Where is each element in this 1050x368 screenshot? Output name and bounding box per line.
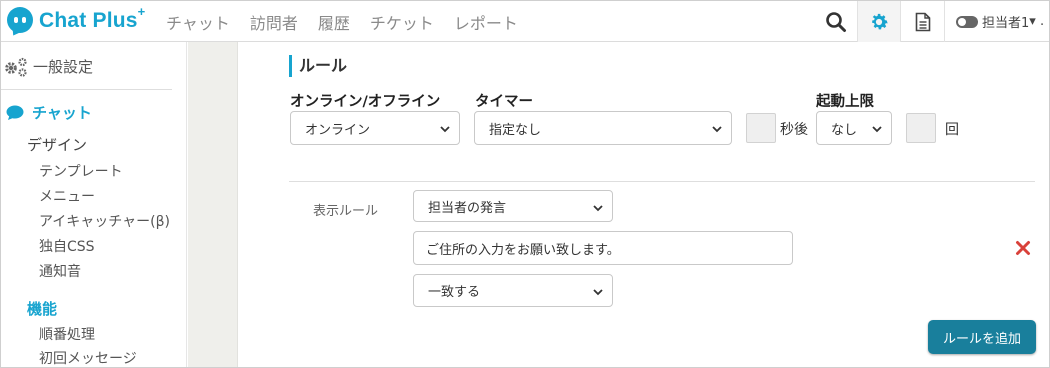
user-menu[interactable]: 担当者1 ▾ . xyxy=(956,1,1044,42)
sidebar: 一般設定 チャット デザイン テンプレート メニュー アイキャッチャー(β) 独… xyxy=(1,42,187,367)
chevron-down-icon xyxy=(593,289,603,296)
times-unit: 回 xyxy=(945,122,959,138)
status-toggle-icon[interactable] xyxy=(956,15,978,28)
logo[interactable]: Chat Plus+ xyxy=(7,4,146,34)
main-content: ルール オンライン/オフライン タイマー 起動上限 オンライン 指定なし 秒後 … xyxy=(239,42,1049,367)
chevron-down-icon xyxy=(593,205,603,212)
seconds-after-unit: 秒後 xyxy=(780,122,808,138)
document-icon[interactable] xyxy=(901,1,944,42)
content-gutter xyxy=(188,42,238,367)
delete-rule-icon[interactable] xyxy=(1015,240,1031,256)
times-input[interactable] xyxy=(906,113,936,143)
gears-icon xyxy=(5,57,27,77)
sidebar-item-function[interactable]: 機能 xyxy=(27,298,57,319)
timer-label: タイマー xyxy=(475,94,533,110)
online-status-value: オンライン xyxy=(305,122,371,138)
online-offline-label: オンライン/オフライン xyxy=(290,94,441,110)
app-window: Chat Plus+ チャット 訪問者 履歴 チケット レポート 担当者1 ▾ . xyxy=(0,0,1050,368)
limit-value: なし xyxy=(831,122,858,138)
sidebar-item-notification-sound[interactable]: 通知音 xyxy=(39,261,81,281)
timer-select[interactable]: 指定なし xyxy=(474,111,732,145)
chevron-down-icon xyxy=(440,126,450,133)
add-rule-button[interactable]: ルールを追加 xyxy=(928,320,1036,354)
top-bar: Chat Plus+ チャット 訪問者 履歴 チケット レポート 担当者1 ▾ . xyxy=(1,1,1049,42)
nav-chat[interactable]: チャット xyxy=(166,10,230,34)
nav-history[interactable]: 履歴 xyxy=(318,10,350,34)
section-title: ルール xyxy=(289,55,347,77)
sidebar-item-design[interactable]: デザイン xyxy=(27,134,87,155)
user-caret: ▾ . xyxy=(1029,14,1045,29)
main-nav: チャット 訪問者 履歴 チケット レポート xyxy=(166,1,538,42)
rule-target-value: 担当者の発言 xyxy=(428,200,507,216)
section-divider xyxy=(289,181,1035,182)
logo-text: Chat Plus+ xyxy=(39,4,146,32)
online-status-select[interactable]: オンライン xyxy=(290,111,460,145)
user-name: 担当者1 xyxy=(982,16,1030,31)
sidebar-item-first-message[interactable]: 初回メッセージ xyxy=(39,348,137,367)
rule-match-value: 一致する xyxy=(428,285,481,300)
gear-icon[interactable] xyxy=(858,1,900,42)
seconds-input[interactable] xyxy=(746,113,776,143)
rule-target-select[interactable]: 担当者の発言 xyxy=(413,190,613,222)
nav-tickets[interactable]: チケット xyxy=(370,10,434,34)
nav-reports[interactable]: レポート xyxy=(454,10,518,34)
chat-bubble-icon xyxy=(6,105,24,120)
sidebar-item-template[interactable]: テンプレート xyxy=(39,161,123,181)
sidebar-item-custom-css[interactable]: 独自CSS xyxy=(39,236,95,256)
nav-visitors[interactable]: 訪問者 xyxy=(250,10,298,34)
sidebar-item-menu[interactable]: メニュー xyxy=(39,186,95,206)
sidebar-item-chat[interactable]: チャット xyxy=(5,102,92,123)
limit-select[interactable]: なし xyxy=(816,111,892,145)
chat-bubble-logo-icon xyxy=(7,7,33,33)
display-rule-label: 表示ルール xyxy=(313,204,379,219)
chevron-down-icon xyxy=(872,126,882,133)
sidebar-item-queue[interactable]: 順番処理 xyxy=(39,324,95,344)
rule-match-select[interactable]: 一致する xyxy=(413,274,613,307)
rule-text-input[interactable]: ご住所の入力をお願い致します。 xyxy=(413,231,793,265)
sidebar-chat-label: チャット xyxy=(32,104,92,122)
sidebar-item-eyecatcher[interactable]: アイキャッチャー(β) xyxy=(39,211,170,231)
chevron-down-icon xyxy=(712,126,722,133)
sidebar-general-label: 一般設定 xyxy=(33,58,94,76)
search-icon[interactable] xyxy=(816,1,856,42)
sidebar-item-general[interactable]: 一般設定 xyxy=(3,56,93,77)
sidebar-divider xyxy=(1,89,172,90)
timer-value: 指定なし xyxy=(489,122,542,138)
limit-label: 起動上限 xyxy=(816,94,874,110)
